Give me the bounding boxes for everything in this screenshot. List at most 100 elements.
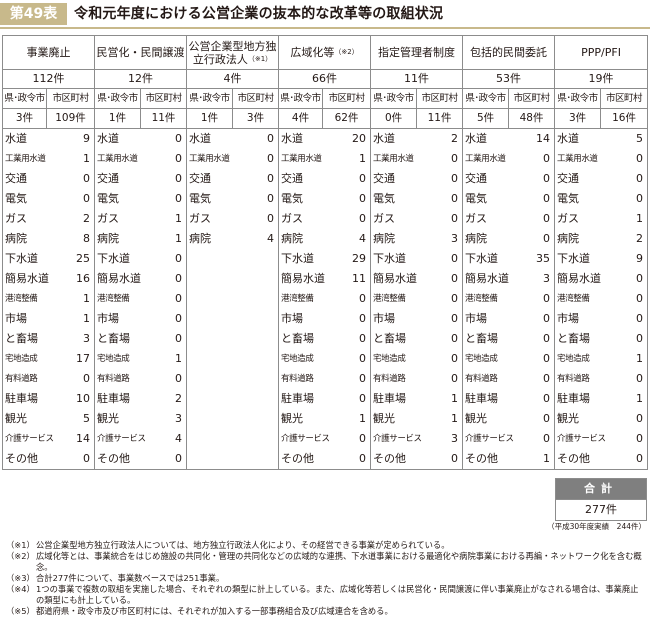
business-cell: 下水道 29 <box>278 249 372 269</box>
business-count: 17 <box>76 352 90 365</box>
business-cell: 交通 0 <box>554 169 649 189</box>
business-name: 宅地造成 <box>465 354 498 364</box>
business-cell: 水道 9 <box>2 128 95 149</box>
footnotes: （※1） 公営企業型地方独立行政法人については、地方独立行政法人化により、その経営… <box>6 540 646 617</box>
business-name: 簡易水道 <box>373 272 418 285</box>
business-count: 0 <box>175 452 182 465</box>
business-cell: 有料道路 0 <box>370 369 464 389</box>
column-header: 公営企業型地方独立行政法人（※1） <box>185 35 280 70</box>
city-level-count: 109件 <box>46 108 95 129</box>
business-cell: 介護サービス 0 <box>278 429 372 449</box>
business-count: 0 <box>83 172 90 185</box>
business-name: 市場 <box>557 312 580 325</box>
business-count: 0 <box>451 212 459 225</box>
footnote: （※2） 広域化等とは、事業統合をはじめ施設の共同化・管理の共同化などの広域的な連… <box>6 551 646 573</box>
business-cell: 病院 1 <box>94 229 187 249</box>
business-name: 観光 <box>373 412 396 425</box>
business-name: 工業用水道 <box>5 154 46 164</box>
business-count: 0 <box>543 412 551 425</box>
business-name: 介護サービス <box>557 434 606 444</box>
business-name: 介護サービス <box>5 434 54 444</box>
business-name: その他 <box>557 452 591 465</box>
column-header-note: （※1） <box>247 54 273 63</box>
business-name: 宅地造成 <box>281 354 314 364</box>
footnote: （※1） 公営企業型地方独立行政法人については、地方独立行政法人化により、その経営… <box>6 540 646 551</box>
footnote: （※3） 合計277件について、事業数ベースでは251事業。 <box>6 573 646 584</box>
business-count: 2 <box>451 132 459 145</box>
business-count: 0 <box>636 292 644 305</box>
business-name: 市場 <box>97 312 119 325</box>
city-level-label: 市区町村 <box>231 88 280 109</box>
business-cell: 観光 1 <box>370 409 464 429</box>
business-cell: 観光 0 <box>554 409 649 429</box>
business-name: ガス <box>97 212 119 225</box>
footnote-key: （※4） <box>6 584 35 594</box>
business-name: 工業用水道 <box>189 154 230 164</box>
business-count: 0 <box>175 312 182 325</box>
city-level-count: 3件 <box>231 108 280 129</box>
business-cell <box>185 449 280 470</box>
business-cell: 交通 0 <box>462 169 556 189</box>
column-header-label: 事業廃止 <box>26 46 71 59</box>
column-total: 4件 <box>185 69 280 89</box>
business-name: ガス <box>189 212 211 225</box>
business-cell: 工業用水道 0 <box>185 149 280 169</box>
business-cell: と畜場 0 <box>278 329 372 349</box>
pref-level-label: 県･政令市 <box>462 88 510 109</box>
business-cell <box>185 329 280 349</box>
column-header-row: 事業廃止 民営化・民間譲渡 公営企業型地方独立行政法人（※1） 広域化等（※2） 指定管… <box>2 35 649 70</box>
city-level-count: 48件 <box>508 108 556 129</box>
business-cell: 駐車場 0 <box>462 389 556 409</box>
business-cell: 病院 0 <box>462 229 556 249</box>
business-cell: 有料道路 0 <box>554 369 649 389</box>
business-name: 宅地造成 <box>557 354 590 364</box>
pref-level-count: 1件 <box>186 108 233 129</box>
business-name: 簡易水道 <box>465 272 510 285</box>
business-name: 電気 <box>373 192 396 205</box>
business-cell <box>185 389 280 409</box>
business-cell: 有料道路 0 <box>278 369 372 389</box>
business-count: 0 <box>359 172 367 185</box>
business-name: 駐車場 <box>465 392 499 405</box>
business-count: 0 <box>175 172 182 185</box>
table-row: 港湾整備 1 港湾整備 0 港湾整備 0 港湾整備 0 港湾整備 0 港湾整備 0 <box>2 289 649 309</box>
business-cell: 有料道路 0 <box>94 369 187 389</box>
business-count: 0 <box>451 352 459 365</box>
business-count: 4 <box>267 232 275 245</box>
column-header-note: （※2） <box>334 48 359 56</box>
business-count: 4 <box>175 432 182 445</box>
business-cell: ガス 0 <box>185 209 280 229</box>
business-name: 駐車場 <box>281 392 315 405</box>
business-count: 0 <box>451 332 459 345</box>
business-cell: 駐車場 0 <box>278 389 372 409</box>
business-cell: 水道 20 <box>278 128 372 149</box>
business-name: 工業用水道 <box>281 154 322 164</box>
business-cell: ガス 0 <box>278 209 372 229</box>
business-cell: 港湾整備 0 <box>370 289 464 309</box>
business-count: 0 <box>543 232 551 245</box>
business-name: と畜場 <box>281 332 315 345</box>
business-count: 20 <box>352 132 367 145</box>
business-name: 観光 <box>281 412 304 425</box>
footnote-key: （※2） <box>6 551 35 561</box>
business-count: 1 <box>636 212 644 225</box>
business-count: 1 <box>636 352 644 365</box>
pref-level-count: 3件 <box>2 108 47 129</box>
business-name: 交通 <box>281 172 304 185</box>
business-cell: 港湾整備 0 <box>278 289 372 309</box>
city-level-label: 市区町村 <box>600 88 649 109</box>
business-cell: 簡易水道 16 <box>2 269 95 289</box>
business-count: 1 <box>543 452 551 465</box>
pref-level-label: 県･政令市 <box>2 88 47 109</box>
business-count: 0 <box>543 392 551 405</box>
business-count: 0 <box>175 292 182 305</box>
business-count: 0 <box>636 152 644 165</box>
business-cell: 水道 0 <box>94 128 187 149</box>
business-cell: 駐車場 10 <box>2 389 95 409</box>
business-cell: 交通 0 <box>370 169 464 189</box>
business-name: 有料道路 <box>557 374 590 384</box>
business-name: 宅地造成 <box>5 354 38 364</box>
business-cell: 下水道 0 <box>94 249 187 269</box>
business-cell: 市場 0 <box>370 309 464 329</box>
business-cell: 下水道 35 <box>462 249 556 269</box>
